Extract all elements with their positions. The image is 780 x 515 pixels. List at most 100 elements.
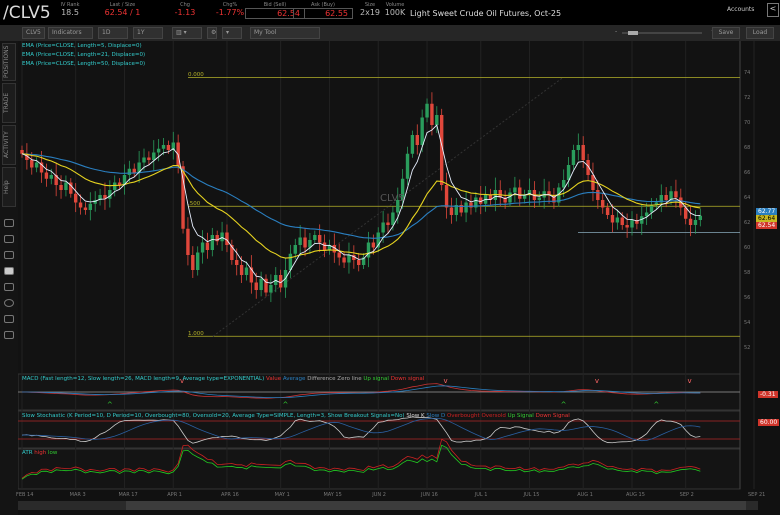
candle-body (59, 185, 63, 190)
candle-body (205, 242, 210, 250)
candle-body (596, 190, 600, 200)
candle-body (313, 235, 317, 240)
tab-positions[interactable]: POSITIONS (2, 43, 16, 81)
candle-body (132, 168, 136, 173)
people-icon[interactable] (4, 315, 14, 323)
macd-up-arrow: ^ (561, 401, 567, 409)
price-tick: 74 (744, 69, 751, 76)
folder-icon[interactable] (4, 251, 14, 259)
macd-down: Down signal (390, 376, 425, 382)
chart-canvas[interactable]: ^v^v^v^v (18, 41, 780, 515)
change-percent: Chg% -1.77% (210, 2, 250, 17)
candle-body (698, 215, 703, 220)
tab-activity[interactable]: ACTIVITY (2, 125, 16, 165)
ema50-legend[interactable]: EMA (Price=CLOSE, Length=50, Displace=0) (22, 61, 145, 67)
candle-body (220, 232, 224, 242)
date-tick: JUN 2 (372, 492, 386, 498)
symbol-input[interactable]: CLV5 (22, 27, 45, 39)
tab-help[interactable]: Help (2, 167, 16, 207)
symbol-title[interactable]: /CLV5 (3, 3, 51, 23)
candle-body (625, 225, 629, 228)
atr-low: low (48, 450, 58, 456)
candle-body (664, 195, 668, 200)
ema21-legend[interactable]: EMA (Price=CLOSE, Length=21, Displace=0) (22, 52, 145, 58)
period-select[interactable]: 1D (98, 27, 128, 39)
candle-body (259, 278, 263, 290)
link-icon[interactable] (4, 331, 14, 339)
macd-difference: Difference (307, 376, 336, 382)
candle-body (410, 135, 415, 154)
chart-style-select[interactable]: ▥ ▾ (172, 27, 202, 39)
scrollbar-thumb[interactable] (126, 501, 746, 510)
candle-body (425, 103, 429, 118)
macd-average: Average (282, 376, 306, 382)
candle-body (605, 207, 610, 215)
stoch-legend[interactable]: Slow Stochastic (K Period=10, D Period=1… (22, 413, 570, 419)
horizontal-scrollbar[interactable] (18, 501, 758, 510)
price-tick: 52 (744, 344, 751, 351)
range-select[interactable]: 1Y (133, 27, 163, 39)
candle-body (317, 235, 322, 243)
candle-body (371, 242, 376, 248)
price-tick: 72 (744, 94, 751, 101)
macd-value: Value (265, 376, 282, 382)
date-tick: APR 16 (220, 492, 239, 498)
macd-up-arrow: ^ (107, 401, 113, 409)
settings-gear-icon[interactable]: ⚙ (207, 27, 217, 39)
date-tick: AUG 1 (577, 492, 593, 498)
macd-down-arrow: v (595, 377, 599, 385)
stoch-os: Oversold (481, 413, 506, 419)
macd-legend[interactable]: MACD (Fast length=12, Slow length=26, MA… (22, 376, 424, 382)
price-tick: 68 (744, 144, 751, 151)
candle-body (200, 242, 205, 253)
candle-body (581, 145, 585, 160)
date-tick: AUG 15 (626, 492, 645, 498)
ema5-legend[interactable]: EMA (Price=CLOSE, Length=5, Displace=0) (22, 43, 142, 49)
candle-body (430, 103, 434, 125)
candle-body (591, 175, 595, 190)
candle-body (381, 222, 385, 233)
zoom-slider[interactable] (622, 31, 702, 35)
candle-body (191, 255, 195, 270)
clock-icon[interactable] (4, 299, 14, 307)
atr-title: ATR (22, 450, 33, 456)
grid-icon[interactable] (4, 267, 14, 275)
atr-legend[interactable]: ATR high low (22, 450, 57, 456)
date-tick: JUL 1 (474, 492, 488, 498)
date-tick: MAR 17 (118, 492, 138, 498)
candle-body (420, 117, 424, 145)
candle-body (156, 148, 161, 153)
studies-button[interactable]: Indicators (48, 27, 93, 39)
accounts-dropdown[interactable]: Accounts (727, 6, 754, 13)
candle-body (293, 245, 297, 254)
chart-icon[interactable] (4, 219, 14, 227)
ask-button[interactable]: Ask (Buy) 62.55 (293, 2, 353, 19)
date-tick: MAR 3 (69, 492, 86, 498)
candle-body (161, 145, 166, 149)
zoom-out-icon[interactable]: - (612, 27, 620, 39)
candle-body (20, 150, 24, 154)
chart-toolbar: CLV5 Indicators 1D 1Y ▥ ▾ ⚙ ▾ My Tool - … (0, 25, 780, 41)
candle-body (147, 157, 151, 160)
collapse-button[interactable]: < (767, 3, 779, 17)
load-button[interactable]: Load (746, 27, 774, 39)
date-tick: MAY 15 (323, 492, 342, 498)
stoch-ob: Overbought (446, 413, 480, 419)
candle-body (337, 252, 341, 258)
tab-trade[interactable]: TRADE (2, 83, 16, 123)
list-icon[interactable] (4, 235, 14, 243)
last-price-label: 62.54 (756, 222, 778, 229)
chart-area[interactable]: ^ v ^ v ^ v ^ v EMA (Price=CLOSE, Length=5, Dis… (16, 41, 780, 515)
drawing-tool-select[interactable]: My Tool (250, 27, 320, 39)
candle-body (44, 172, 49, 179)
candle-body (235, 260, 239, 265)
stoch-up: Up Signal (507, 413, 534, 419)
price-tick: 62 (744, 219, 751, 226)
save-button[interactable]: Save (712, 27, 740, 39)
candle-body (674, 191, 678, 198)
candle-body (195, 252, 200, 270)
candle-body (620, 217, 624, 225)
layout-icon[interactable] (4, 283, 14, 291)
stoch-title: Slow Stochastic (K Period=10, D Period=1… (22, 413, 405, 419)
drawing-color-select[interactable]: ▾ (222, 27, 242, 39)
